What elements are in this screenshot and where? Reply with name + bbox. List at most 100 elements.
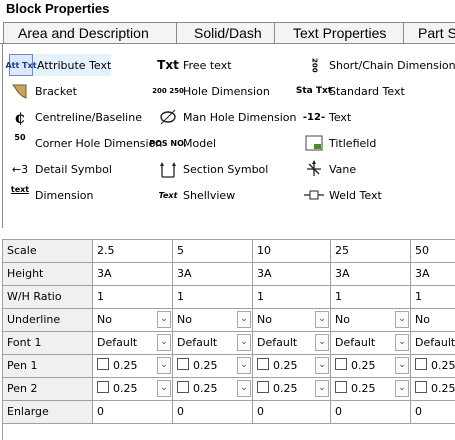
pen-dropdown[interactable]: 0.25 xyxy=(411,355,455,377)
pen-checkbox[interactable] xyxy=(335,381,347,393)
pen-checkbox[interactable] xyxy=(335,358,347,370)
row-label: Font 1 xyxy=(3,332,93,354)
tab-solid-dash[interactable]: Solid/Dash xyxy=(176,22,284,44)
symbol-label: Titlefield xyxy=(329,136,377,150)
chevron-down-icon[interactable]: ⌄ xyxy=(237,380,251,397)
chevron-down-icon[interactable]: ⌄ xyxy=(237,357,251,374)
font-dropdown[interactable]: Default ⌄ xyxy=(253,332,331,354)
symbol-detail-symbol[interactable]: ←3 Detail Symbol xyxy=(9,158,112,180)
font-dropdown[interactable]: Default xyxy=(411,332,455,354)
enlarge-cell[interactable]: 0 xyxy=(253,401,331,423)
underline-dropdown[interactable]: No xyxy=(411,309,455,331)
tab-part-s[interactable]: Part S xyxy=(403,22,455,44)
symbol-vane[interactable]: Vane xyxy=(303,158,356,180)
enlarge-cell[interactable]: 0 xyxy=(93,401,173,423)
pen-checkbox[interactable] xyxy=(177,381,189,393)
scale-cell[interactable]: 25 xyxy=(331,240,411,262)
wh-ratio-cell[interactable]: 1 xyxy=(331,286,411,308)
enlarge-cell[interactable]: 0 xyxy=(173,401,253,423)
symbol-hole-dimension[interactable]: 200 250 Hole Dimension xyxy=(152,80,270,102)
pen-dropdown[interactable]: 0.25 xyxy=(411,378,455,400)
symbol-titlefield[interactable]: Titlefield xyxy=(303,132,376,154)
symbol-label: Free text xyxy=(183,58,232,72)
symbol-man-hole-dimension[interactable]: Man Hole Dimension xyxy=(157,106,297,128)
pen-dropdown[interactable]: 0.25 ⌄ xyxy=(331,355,411,377)
chevron-down-icon[interactable]: ⌄ xyxy=(395,380,409,397)
height-cell[interactable]: 3A xyxy=(253,263,331,285)
underline-dropdown[interactable]: No ⌄ xyxy=(253,309,331,331)
symbol-attribute-text[interactable]: Att Txt Attribute Text xyxy=(5,54,111,76)
chevron-down-icon[interactable]: ⌄ xyxy=(395,334,409,351)
tab-text-properties[interactable]: Text Properties xyxy=(274,22,412,44)
dropdown-value: 0.25 xyxy=(193,382,218,395)
row-label: Pen 2 xyxy=(3,378,93,400)
symbol-free-text[interactable]: Txt Free text xyxy=(157,54,232,76)
chevron-down-icon[interactable]: ⌄ xyxy=(237,334,251,351)
symbol-centreline[interactable]: ¢ Centreline/Baseline xyxy=(9,106,142,128)
pen-checkbox[interactable] xyxy=(97,358,109,370)
font-dropdown[interactable]: Default ⌄ xyxy=(93,332,173,354)
chevron-down-icon[interactable]: ⌄ xyxy=(315,380,329,397)
wh-ratio-cell[interactable]: 1 xyxy=(93,286,173,308)
chevron-down-icon[interactable]: ⌄ xyxy=(157,311,171,328)
short-chain-icon: 200 xyxy=(310,57,319,73)
symbol-text[interactable]: -12- Text xyxy=(303,106,351,128)
wh-ratio-cell[interactable]: 1 xyxy=(173,286,253,308)
pen-checkbox[interactable] xyxy=(177,358,189,370)
chevron-down-icon[interactable]: ⌄ xyxy=(395,357,409,374)
chevron-down-icon[interactable]: ⌄ xyxy=(315,334,329,351)
symbol-corner-hole-dimension[interactable]: 50 Corner Hole Dimension xyxy=(9,132,162,154)
font-dropdown[interactable]: Default ⌄ xyxy=(331,332,411,354)
chevron-down-icon[interactable]: ⌄ xyxy=(157,334,171,351)
standard-text-icon: Sta Txt xyxy=(295,85,333,96)
height-cell[interactable]: 3A xyxy=(331,263,411,285)
chevron-down-icon[interactable]: ⌄ xyxy=(315,357,329,374)
tab-area-description[interactable]: Area and Description xyxy=(3,22,186,44)
chevron-down-icon[interactable]: ⌄ xyxy=(157,357,171,374)
pen-dropdown[interactable]: 0.25 ⌄ xyxy=(173,355,253,377)
symbol-model[interactable]: POS NO. Model xyxy=(149,132,216,154)
corner-hole-icon: 50 xyxy=(14,133,26,142)
wh-ratio-cell[interactable]: 1 xyxy=(253,286,331,308)
chevron-down-icon[interactable]: ⌄ xyxy=(237,311,251,328)
chevron-down-icon[interactable]: ⌄ xyxy=(157,380,171,397)
pen-dropdown[interactable]: 0.25 ⌄ xyxy=(173,378,253,400)
dropdown-value: Default xyxy=(97,336,138,349)
font-dropdown[interactable]: Default ⌄ xyxy=(173,332,253,354)
free-text-icon: Txt xyxy=(157,57,179,72)
height-cell[interactable]: 3A xyxy=(411,263,455,285)
symbol-standard-text[interactable]: Sta Txt Standard Text xyxy=(295,80,405,102)
wh-ratio-cell[interactable]: 1 xyxy=(411,286,455,308)
symbol-shellview[interactable]: Text Shellview xyxy=(157,184,236,206)
symbol-bracket[interactable]: Bracket xyxy=(9,80,77,102)
pen-dropdown[interactable]: 0.25 ⌄ xyxy=(253,378,331,400)
pen-checkbox[interactable] xyxy=(97,381,109,393)
pen-dropdown[interactable]: 0.25 ⌄ xyxy=(253,355,331,377)
pen-checkbox[interactable] xyxy=(257,381,269,393)
pen-checkbox[interactable] xyxy=(415,381,427,393)
chevron-down-icon[interactable]: ⌄ xyxy=(315,311,329,328)
chevron-down-icon[interactable]: ⌄ xyxy=(395,311,409,328)
height-cell[interactable]: 3A xyxy=(173,263,253,285)
scale-cell[interactable]: 10 xyxy=(253,240,331,262)
pen-checkbox[interactable] xyxy=(415,358,427,370)
underline-dropdown[interactable]: No ⌄ xyxy=(173,309,253,331)
pen-dropdown[interactable]: 0.25 ⌄ xyxy=(93,378,173,400)
height-cell[interactable]: 3A xyxy=(93,263,173,285)
scale-cell[interactable]: 50 xyxy=(411,240,455,262)
pen-checkbox[interactable] xyxy=(257,358,269,370)
underline-dropdown[interactable]: No ⌄ xyxy=(93,309,173,331)
symbol-dimension[interactable]: text Dimension xyxy=(9,184,94,206)
symbol-short-chain-dimension[interactable]: 200 Short/Chain Dimension xyxy=(303,54,455,76)
row-label: Enlarge xyxy=(3,401,93,423)
enlarge-cell[interactable]: 0 xyxy=(411,401,455,423)
enlarge-cell[interactable]: 0 xyxy=(331,401,411,423)
scale-cell[interactable]: 2.5 xyxy=(93,240,173,262)
underline-dropdown[interactable]: No ⌄ xyxy=(331,309,411,331)
grid-row-font1: Font 1 Default ⌄ Default ⌄ Default ⌄ Defaul… xyxy=(3,332,455,355)
pen-dropdown[interactable]: 0.25 ⌄ xyxy=(93,355,173,377)
pen-dropdown[interactable]: 0.25 ⌄ xyxy=(331,378,411,400)
scale-cell[interactable]: 5 xyxy=(173,240,253,262)
symbol-weld-text[interactable]: Weld Text xyxy=(303,184,382,206)
symbol-section-symbol[interactable]: Section Symbol xyxy=(157,158,268,180)
